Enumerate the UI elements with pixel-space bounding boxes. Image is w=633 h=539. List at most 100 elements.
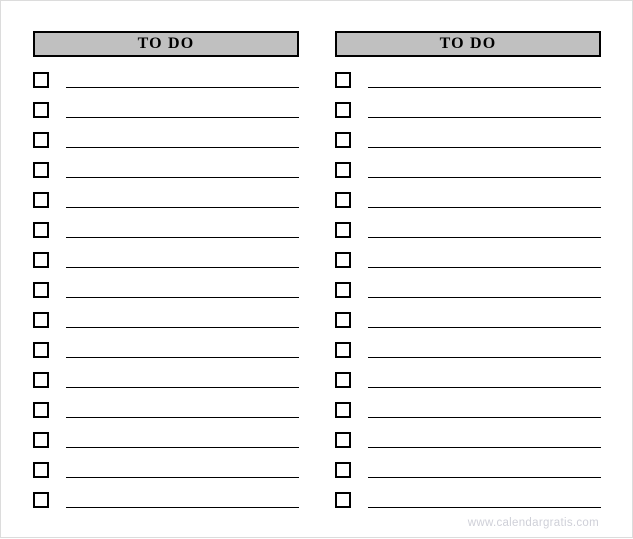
task-checkbox[interactable]: [335, 282, 351, 298]
task-write-line[interactable]: [66, 402, 299, 418]
task-checkbox[interactable]: [335, 252, 351, 268]
task-write-line[interactable]: [368, 222, 601, 238]
task-checkbox[interactable]: [33, 252, 49, 268]
task-checkbox[interactable]: [33, 132, 49, 148]
column-title-left: TO DO: [137, 35, 195, 52]
task-write-line[interactable]: [66, 282, 299, 298]
task-row: [335, 162, 601, 192]
task-checkbox[interactable]: [335, 72, 351, 88]
task-checkbox[interactable]: [335, 342, 351, 358]
task-checkbox[interactable]: [33, 462, 49, 478]
task-write-line[interactable]: [368, 102, 601, 118]
task-rule-line: [66, 387, 299, 388]
task-row: [33, 342, 299, 372]
task-row: [335, 462, 601, 492]
task-write-line[interactable]: [66, 132, 299, 148]
task-checkbox[interactable]: [33, 162, 49, 178]
todo-printable-page: TO DO TO DO www.calendargratis.com: [0, 0, 633, 538]
task-write-line[interactable]: [66, 492, 299, 508]
task-rule-line: [66, 447, 299, 448]
task-checkbox[interactable]: [335, 372, 351, 388]
task-row: [33, 312, 299, 342]
task-checkbox[interactable]: [33, 432, 49, 448]
task-row: [33, 72, 299, 102]
task-write-line[interactable]: [368, 372, 601, 388]
task-checkbox[interactable]: [335, 312, 351, 328]
task-checkbox[interactable]: [33, 192, 49, 208]
task-row: [335, 102, 601, 132]
task-list-right: [335, 72, 601, 522]
task-checkbox[interactable]: [335, 402, 351, 418]
task-checkbox[interactable]: [33, 102, 49, 118]
task-write-line[interactable]: [368, 492, 601, 508]
task-checkbox[interactable]: [33, 282, 49, 298]
task-write-line[interactable]: [66, 222, 299, 238]
task-write-line[interactable]: [368, 432, 601, 448]
task-write-line[interactable]: [66, 162, 299, 178]
task-checkbox[interactable]: [335, 432, 351, 448]
task-checkbox[interactable]: [33, 342, 49, 358]
task-write-line[interactable]: [368, 252, 601, 268]
site-watermark: www.calendargratis.com: [467, 517, 599, 529]
task-checkbox[interactable]: [33, 492, 49, 508]
task-checkbox[interactable]: [33, 402, 49, 418]
task-rule-line: [66, 267, 299, 268]
task-write-line[interactable]: [66, 312, 299, 328]
task-rule-line: [368, 507, 601, 508]
task-checkbox[interactable]: [335, 222, 351, 238]
task-row: [33, 102, 299, 132]
task-write-line[interactable]: [368, 342, 601, 358]
task-row: [33, 282, 299, 312]
task-write-line[interactable]: [66, 462, 299, 478]
task-rule-line: [368, 417, 601, 418]
task-row: [335, 432, 601, 462]
task-write-line[interactable]: [368, 402, 601, 418]
task-row: [33, 192, 299, 222]
task-rule-line: [368, 477, 601, 478]
task-write-line[interactable]: [66, 432, 299, 448]
task-row: [33, 402, 299, 432]
task-rule-line: [66, 117, 299, 118]
task-rule-line: [368, 297, 601, 298]
task-write-line[interactable]: [368, 462, 601, 478]
task-checkbox[interactable]: [33, 372, 49, 388]
task-rule-line: [368, 207, 601, 208]
task-write-line[interactable]: [368, 192, 601, 208]
task-row: [335, 372, 601, 402]
task-rule-line: [368, 177, 601, 178]
task-checkbox[interactable]: [335, 102, 351, 118]
task-checkbox[interactable]: [335, 162, 351, 178]
task-rule-line: [66, 507, 299, 508]
task-write-line[interactable]: [368, 72, 601, 88]
task-write-line[interactable]: [368, 282, 601, 298]
task-rule-line: [66, 237, 299, 238]
task-checkbox[interactable]: [335, 192, 351, 208]
task-checkbox[interactable]: [33, 312, 49, 328]
task-checkbox[interactable]: [335, 132, 351, 148]
task-row: [33, 372, 299, 402]
task-write-line[interactable]: [368, 312, 601, 328]
task-write-line[interactable]: [368, 162, 601, 178]
task-write-line[interactable]: [66, 252, 299, 268]
task-checkbox[interactable]: [33, 222, 49, 238]
task-write-line[interactable]: [66, 102, 299, 118]
todo-columns-container: TO DO TO DO: [1, 1, 633, 539]
task-write-line[interactable]: [66, 72, 299, 88]
task-write-line[interactable]: [368, 132, 601, 148]
task-checkbox[interactable]: [335, 492, 351, 508]
task-rule-line: [66, 357, 299, 358]
task-write-line[interactable]: [66, 192, 299, 208]
task-row: [335, 342, 601, 372]
task-rule-line: [66, 177, 299, 178]
task-row: [335, 72, 601, 102]
task-rule-line: [66, 417, 299, 418]
task-rule-line: [66, 297, 299, 298]
task-write-line[interactable]: [66, 342, 299, 358]
task-rule-line: [368, 147, 601, 148]
task-write-line[interactable]: [66, 372, 299, 388]
task-checkbox[interactable]: [335, 462, 351, 478]
task-rule-line: [368, 87, 601, 88]
task-rule-line: [368, 267, 601, 268]
task-row: [33, 432, 299, 462]
task-checkbox[interactable]: [33, 72, 49, 88]
